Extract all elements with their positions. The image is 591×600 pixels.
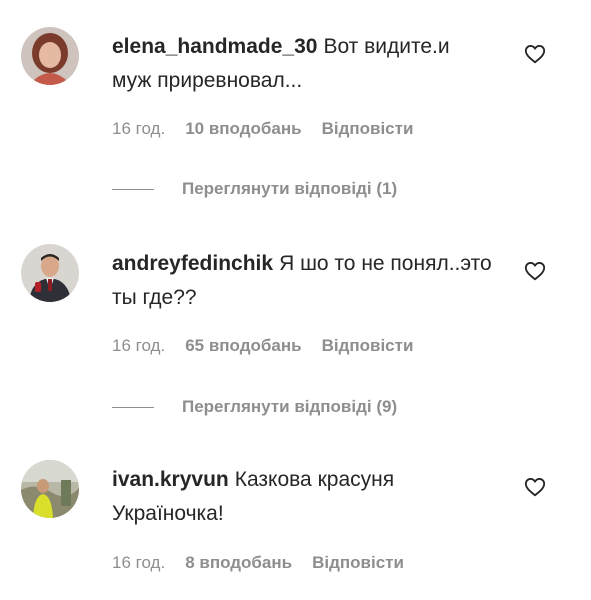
divider-line [112, 406, 154, 408]
reply-button[interactable]: Відповісти [322, 118, 414, 140]
divider-line [112, 188, 154, 190]
comment-username[interactable]: ivan.kryvun [112, 468, 229, 491]
comment-time[interactable]: 16 год. [112, 552, 165, 574]
reply-button[interactable]: Відповісти [322, 335, 414, 357]
view-replies-label[interactable]: Переглянути відповіді (1) [182, 179, 397, 198]
view-replies-label[interactable]: Переглянути відповіді (9) [182, 397, 397, 416]
comment-likes[interactable]: 8 вподобань [185, 552, 292, 574]
comment-likes[interactable]: 65 вподобань [185, 335, 301, 357]
comment-meta: 16 год. 10 вподобань Відповісти [112, 118, 413, 140]
comment-time[interactable]: 16 год. [112, 118, 165, 140]
comment-text-block: elena_handmade_30 Вот видите.и муж прирев… [112, 30, 492, 98]
comment-text-block: ivan.kryvun Казкова красуня Україночка! [112, 463, 492, 531]
comment-text-block: andreyfedinchik Я шо то не понял..это ты … [112, 247, 492, 315]
heart-icon[interactable] [524, 260, 546, 282]
comment-username[interactable]: andreyfedinchik [112, 252, 273, 275]
heart-icon[interactable] [524, 43, 546, 65]
heart-icon[interactable] [524, 476, 546, 498]
comment-time[interactable]: 16 год. [112, 335, 165, 357]
view-replies-button[interactable]: Переглянути відповіді (1) [112, 178, 397, 200]
comment-username[interactable]: elena_handmade_30 [112, 35, 317, 58]
avatar[interactable] [21, 27, 79, 85]
comment-likes[interactable]: 10 вподобань [185, 118, 301, 140]
reply-button[interactable]: Відповісти [312, 552, 404, 574]
avatar[interactable] [21, 460, 79, 518]
comment-meta: 16 год. 65 вподобань Відповісти [112, 335, 413, 357]
avatar[interactable] [21, 244, 79, 302]
view-replies-button[interactable]: Переглянути відповіді (9) [112, 396, 397, 418]
comment-meta: 16 год. 8 вподобань Відповісти [112, 552, 404, 574]
